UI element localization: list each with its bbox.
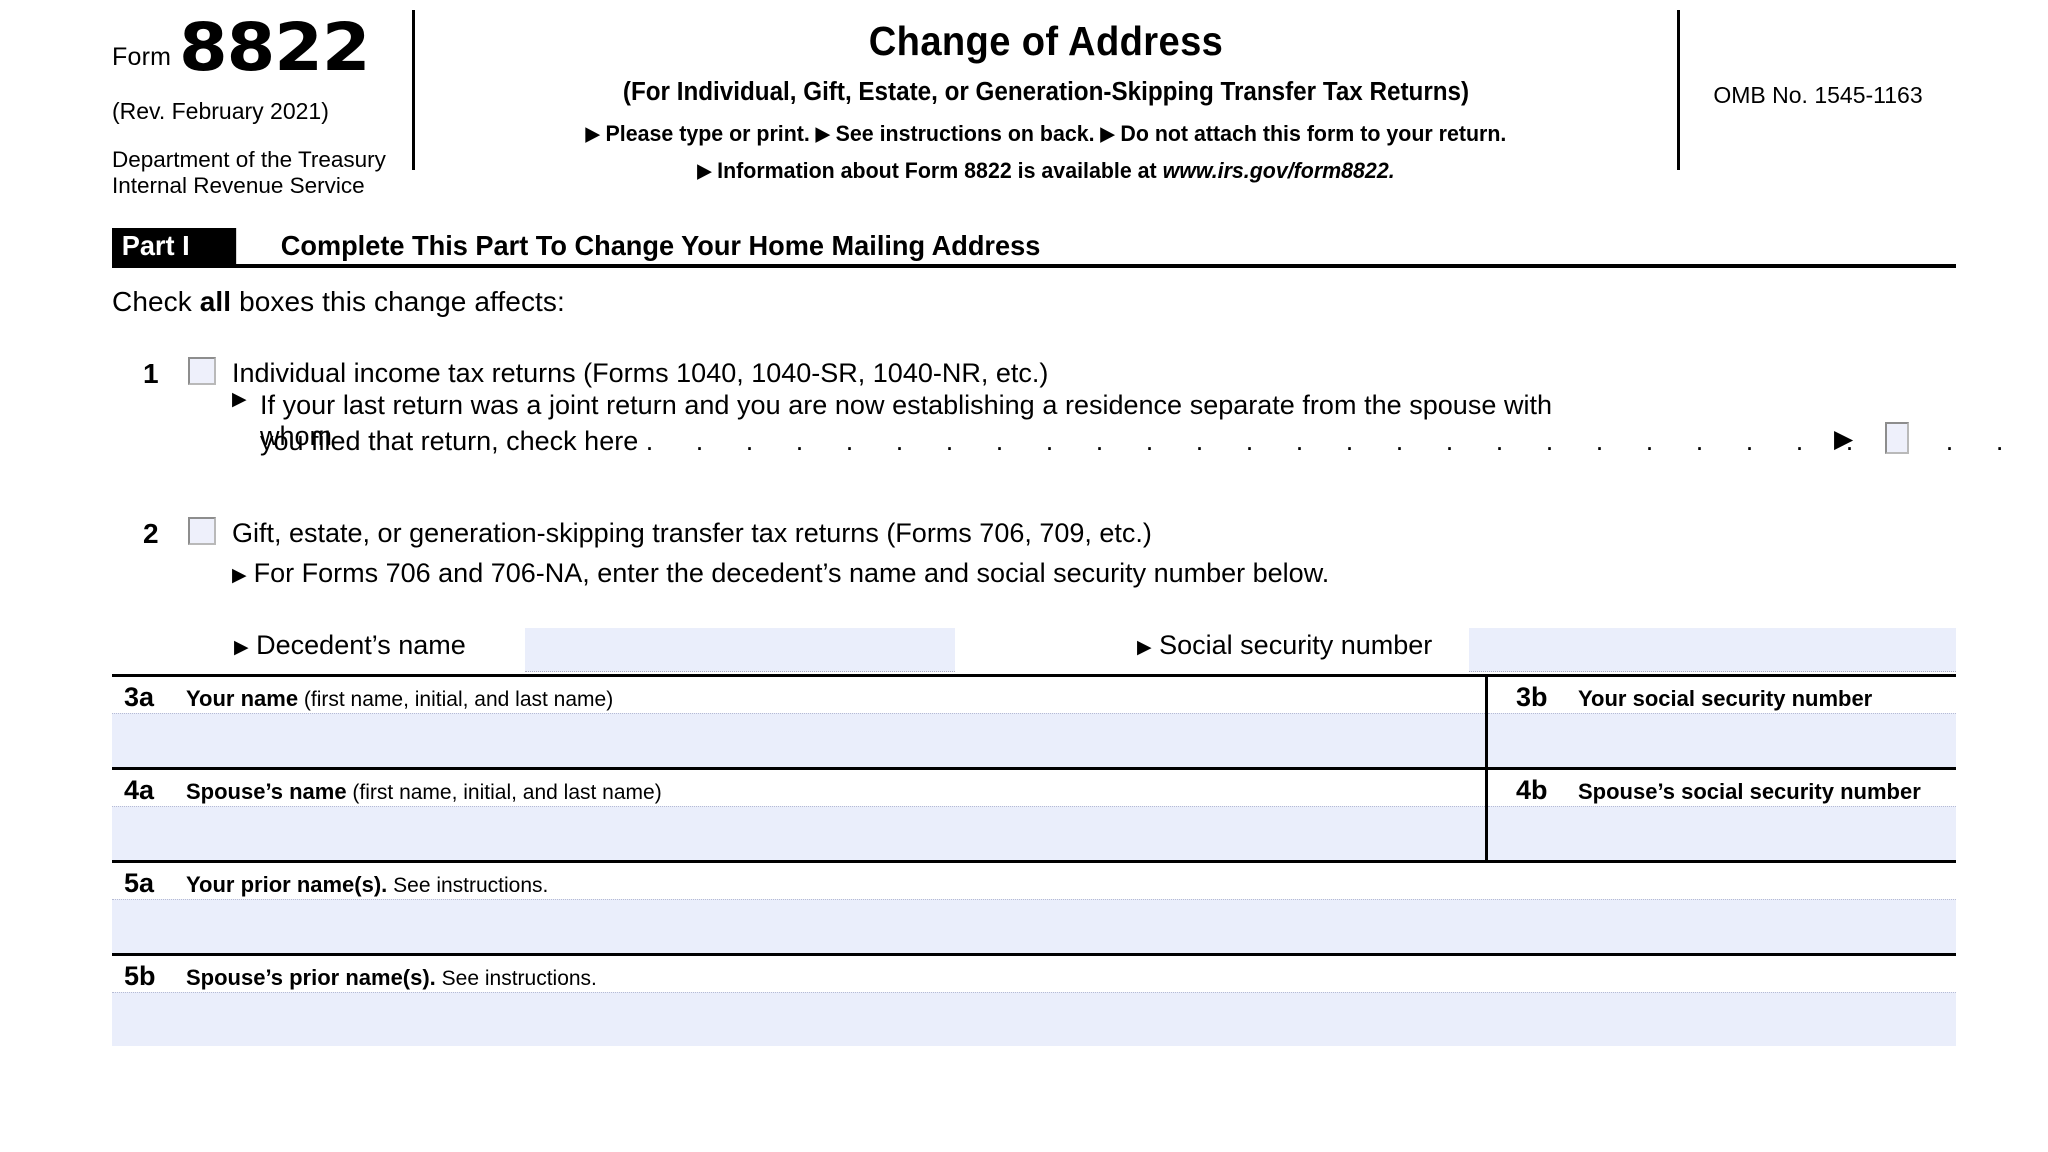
triangle-icon: ▶ <box>815 124 830 146</box>
agency-line-2: Internal Revenue Service <box>112 173 365 199</box>
form-revision-date: (Rev. February 2021) <box>112 98 329 124</box>
line-2-subtext: For Forms 706 and 706-NA, enter the dece… <box>253 558 1330 588</box>
line-2-number: 2 <box>143 518 159 549</box>
field-label-3a: 3a Your name (first name, initial, and la… <box>112 677 1485 713</box>
field-title-3a: Your name <box>186 686 299 711</box>
form-number: 8822 <box>179 9 371 87</box>
line-2-label: Gift, estate, or generation-skipping tra… <box>232 518 1152 548</box>
triangle-icon: ▶ <box>697 161 712 183</box>
header-left-block: Form 8822 (Rev. February 2021) Departmen… <box>112 6 412 224</box>
field-label-5b: 5b Spouse’s prior name(s). See instructio… <box>112 956 1956 992</box>
part-badge: Part I <box>112 228 237 264</box>
triangle-icon: ▶ <box>1834 425 1854 453</box>
form-header: Form 8822 (Rev. February 2021) Departmen… <box>112 6 1956 224</box>
issuing-agency: Department of the Treasury Internal Reve… <box>112 147 412 200</box>
line-1-checkbox[interactable] <box>188 357 216 385</box>
field-title-5a: Your prior name(s). <box>186 872 388 897</box>
agency-line-1: Department of the Treasury <box>112 147 386 172</box>
check-all-bold: all <box>199 286 232 317</box>
form-identifier: Form 8822 <box>112 9 412 87</box>
part-title: Complete This Part To Change Your Home M… <box>280 230 1041 261</box>
header-right-block: OMB No. 1545-1163 <box>1680 6 1956 224</box>
header-center-block: Change of Address (For Individual, Gift,… <box>415 6 1677 224</box>
check-all-prefix: Check <box>112 286 200 317</box>
decedent-name-label-group: ▶ Decedent’s name <box>234 630 466 661</box>
triangle-icon: ▶ <box>232 389 247 410</box>
check-all-instruction: Check all boxes this change affects: <box>112 286 565 318</box>
omb-number: OMB No. 1545-1163 <box>1713 82 1923 108</box>
field-number-3a: 3a <box>124 682 155 712</box>
triangle-icon: ▶ <box>1137 637 1152 658</box>
field-cell-4b: 4b Spouse’s social security number <box>1488 770 1956 860</box>
field-hint-5b: See instructions. <box>435 967 597 990</box>
spouse-name-input[interactable] <box>112 806 1485 860</box>
line-1-number: 1 <box>143 358 159 389</box>
table-row: 3a Your name (first name, initial, and la… <box>112 674 1956 767</box>
part-one-header-bar: Part I Complete This Part To Change Your… <box>112 228 1956 268</box>
line-1-subtext-row-2: you filed that return, check here . . . … <box>260 426 2048 457</box>
decedent-name-label: Decedent’s name <box>256 630 466 660</box>
field-number-5a: 5a <box>124 868 155 898</box>
table-row: 5b Spouse’s prior name(s). See instructio… <box>112 953 1956 1046</box>
field-title-4a: Spouse’s name <box>186 779 347 804</box>
field-cell-3b: 3b Your social security number <box>1488 677 1956 767</box>
line-1-label: Individual income tax returns (Forms 104… <box>232 358 1049 388</box>
spouse-ssn-input[interactable] <box>1488 806 1956 860</box>
decedent-ssn-label-group: ▶ Social security number <box>1137 630 1432 661</box>
field-cell-4a: 4a Spouse’s name (first name, initial, an… <box>112 770 1488 860</box>
instruction-do-not-attach: Do not attach this form to your return. <box>1120 121 1507 147</box>
form-title: Change of Address <box>868 18 1224 64</box>
decedent-ssn-input[interactable] <box>1469 628 1956 672</box>
line-1-subtext-2: you filed that return, check here <box>260 426 639 456</box>
line-2-subtext-row: ▶ For Forms 706 and 706-NA, enter the dec… <box>232 558 1329 589</box>
field-number-4b: 4b <box>1516 775 1548 805</box>
decedent-row: ▶ Decedent’s name ▶ Social security numb… <box>112 628 1956 674</box>
form-page: Form 8822 (Rev. February 2021) Departmen… <box>0 0 2048 1152</box>
field-cell-5a: 5a Your prior name(s). See instructions. <box>112 863 1956 953</box>
spouse-prior-names-input[interactable] <box>112 992 1956 1046</box>
field-label-5a: 5a Your prior name(s). See instructions. <box>112 863 1956 899</box>
your-name-input[interactable] <box>112 713 1485 767</box>
field-title-4b: Spouse’s social security number <box>1578 779 1921 804</box>
field-label-4b: 4b Spouse’s social security number <box>1488 770 1956 806</box>
decedent-ssn-label: Social security number <box>1159 630 1433 660</box>
triangle-icon: ▶ <box>232 565 247 586</box>
field-cell-3a: 3a Your name (first name, initial, and la… <box>112 677 1488 767</box>
instruction-type-or-print: Please type or print. <box>605 121 810 147</box>
form-fields-table: 3a Your name (first name, initial, and la… <box>112 674 1956 1046</box>
field-label-4a: 4a Spouse’s name (first name, initial, an… <box>112 770 1485 806</box>
line-1-joint-return-checkbox[interactable] <box>1885 422 1909 454</box>
field-hint-4a: (first name, initial, and last name) <box>346 781 662 804</box>
table-row: 4a Spouse’s name (first name, initial, an… <box>112 767 1956 860</box>
form-instructions-line-1: ▶ Please type or print. ▶ See instructio… <box>462 121 1631 147</box>
field-number-5b: 5b <box>124 961 156 991</box>
field-title-3b: Your social security number <box>1578 686 1873 711</box>
line-2-checkbox[interactable] <box>188 517 216 545</box>
form-instructions-line-2: ▶ Information about Form 8822 is availab… <box>462 158 1631 184</box>
form-subtitle: (For Individual, Gift, Estate, or Genera… <box>622 78 1470 107</box>
check-all-suffix: boxes this change affects: <box>231 286 565 317</box>
field-hint-5a: See instructions. <box>387 874 549 897</box>
triangle-icon: ▶ <box>1100 124 1115 146</box>
field-number-4a: 4a <box>124 775 155 805</box>
decedent-name-input[interactable] <box>525 628 955 672</box>
table-row: 5a Your prior name(s). See instructions. <box>112 860 1956 953</box>
field-number-3b: 3b <box>1516 682 1548 712</box>
instruction-see-instructions: See instructions on back. <box>835 121 1095 147</box>
field-label-3b: 3b Your social security number <box>1488 677 1956 713</box>
your-prior-names-input[interactable] <box>112 899 1956 953</box>
triangle-icon: ▶ <box>585 124 600 146</box>
your-ssn-input[interactable] <box>1488 713 1956 767</box>
field-title-5b: Spouse’s prior name(s). <box>186 965 436 990</box>
information-about-text: Information about Form 8822 is available… <box>717 158 1163 184</box>
field-cell-5b: 5b Spouse’s prior name(s). See instructio… <box>112 956 1956 1046</box>
triangle-icon: ▶ <box>234 637 249 658</box>
field-hint-3a: (first name, initial, and last name) <box>298 688 614 711</box>
form-word-label: Form <box>112 43 172 71</box>
irs-form-url[interactable]: www.irs.gov/form8822. <box>1163 158 1395 183</box>
